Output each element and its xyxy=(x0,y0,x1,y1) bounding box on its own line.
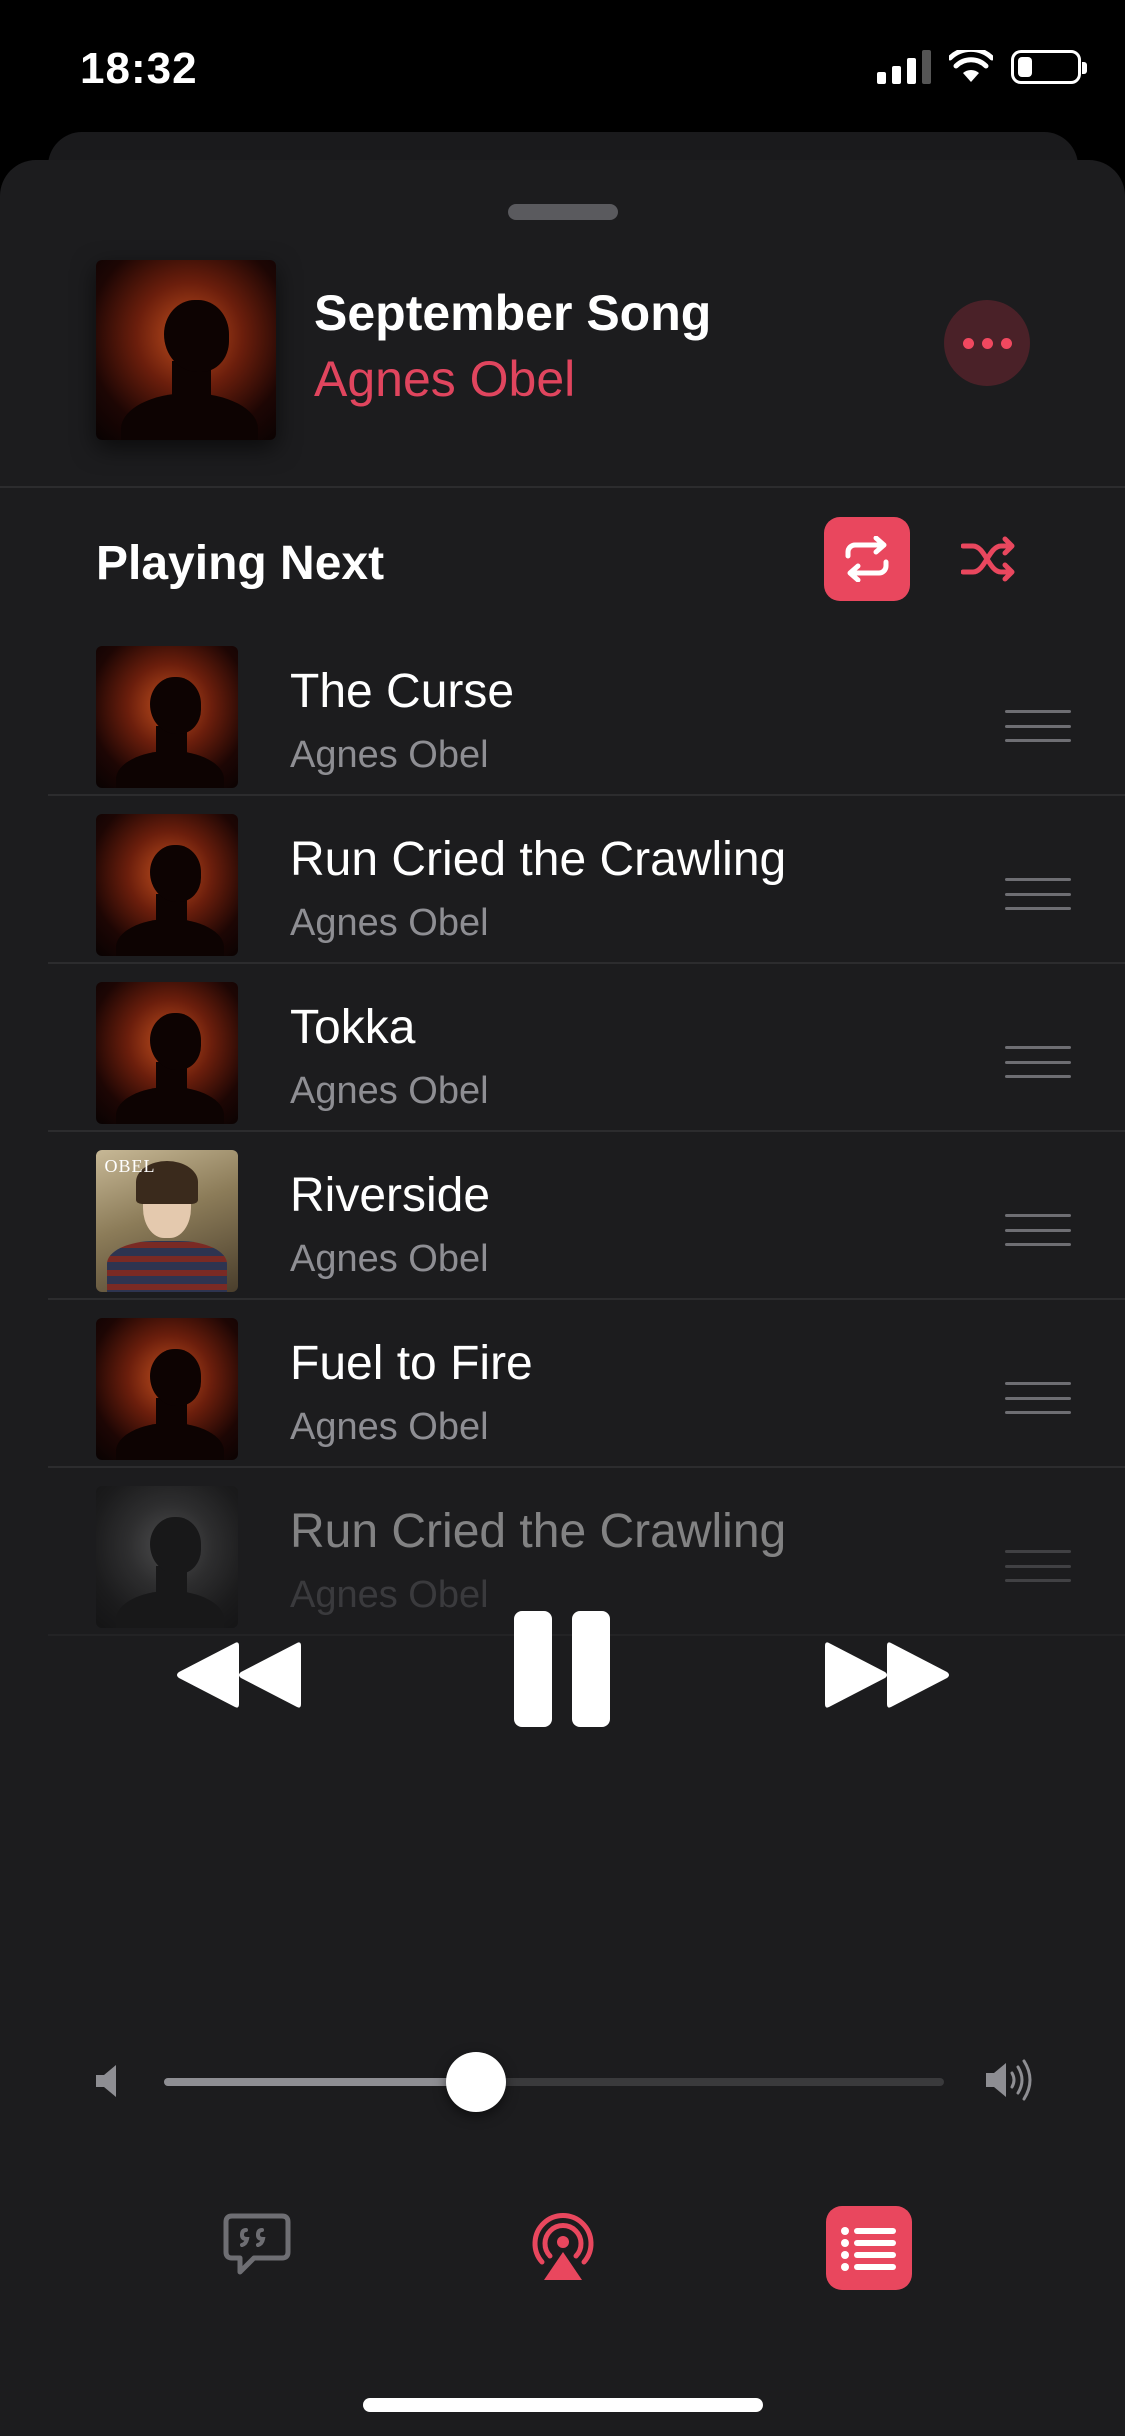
status-bar: 18:32 xyxy=(0,0,1125,140)
queue-item-artwork xyxy=(96,982,238,1124)
pause-icon xyxy=(514,1611,610,1727)
shuffle-icon xyxy=(961,536,1015,582)
queue-item-artist: Agnes Obel xyxy=(290,1238,489,1280)
volume-fill xyxy=(164,2078,476,2086)
queue-list-icon xyxy=(841,2227,896,2271)
queue-item-artwork xyxy=(96,646,238,788)
queue-item-title: Run Cried the Crawling xyxy=(290,833,787,886)
reorder-handle-icon[interactable] xyxy=(1005,878,1071,910)
lyrics-button[interactable] xyxy=(222,2210,292,2280)
reorder-handle-icon[interactable] xyxy=(1005,1214,1071,1246)
queue-item-artist: Agnes Obel xyxy=(290,1406,489,1448)
ellipsis-icon xyxy=(962,337,974,349)
queue-list: The Curse Agnes Obel Run Cried the Crawl… xyxy=(0,628,1125,1636)
queue-item-title: The Curse xyxy=(290,665,515,718)
queue-item[interactable]: The Curse Agnes Obel xyxy=(0,628,1125,796)
shuffle-button[interactable] xyxy=(946,517,1032,601)
reorder-handle-icon[interactable] xyxy=(1005,1550,1071,1582)
queue-item[interactable]: Run Cried the Crawling Agnes Obel xyxy=(0,796,1125,964)
status-icons xyxy=(877,50,1087,84)
airplay-button[interactable] xyxy=(526,2210,600,2284)
album-art-text: OBEL xyxy=(104,1155,156,1176)
queue-item-artwork xyxy=(96,814,238,956)
queue-item-artwork xyxy=(96,1318,238,1460)
queue-item-title: Fuel to Fire xyxy=(290,1337,533,1390)
volume-knob[interactable] xyxy=(446,2052,506,2112)
queue-item-title: Riverside xyxy=(290,1169,491,1222)
fast-forward-icon xyxy=(825,1642,949,1708)
speaker-low-icon xyxy=(96,2065,116,2097)
battery-icon xyxy=(1011,50,1087,84)
now-playing-artist[interactable]: Agnes Obel xyxy=(314,350,575,408)
fast-forward-button[interactable] xyxy=(818,1630,958,1720)
queue-item[interactable]: Fuel to Fire Agnes Obel xyxy=(0,1300,1125,1468)
pause-button[interactable] xyxy=(510,1606,614,1732)
now-playing-sheet: September Song Agnes Obel Playing Next T… xyxy=(0,160,1125,2436)
queue-item[interactable]: Tokka Agnes Obel xyxy=(0,964,1125,1132)
queue-item-title: Tokka xyxy=(290,1001,416,1054)
more-button[interactable] xyxy=(944,300,1030,386)
now-playing-title: September Song xyxy=(314,285,712,341)
rewind-icon xyxy=(177,1642,301,1708)
header-divider xyxy=(0,486,1125,488)
queue-item[interactable]: OBEL Riverside Agnes Obel xyxy=(0,1132,1125,1300)
now-playing-artwork[interactable] xyxy=(96,260,276,440)
reorder-handle-icon[interactable] xyxy=(1005,1046,1071,1078)
transport-controls xyxy=(0,1590,1125,1750)
queue-item-artist: Agnes Obel xyxy=(290,902,489,944)
repeat-button[interactable] xyxy=(824,517,910,601)
status-time: 18:32 xyxy=(80,44,198,93)
sheet-grabber[interactable] xyxy=(508,204,618,220)
home-indicator[interactable] xyxy=(363,2398,763,2412)
airplay-icon xyxy=(532,2212,594,2280)
rewind-button[interactable] xyxy=(168,1630,308,1720)
repeat-icon xyxy=(845,536,889,582)
wifi-icon xyxy=(949,50,993,82)
reorder-handle-icon[interactable] xyxy=(1005,1382,1071,1414)
reorder-handle-icon[interactable] xyxy=(1005,710,1071,742)
queue-item-title: Run Cried the Crawling xyxy=(290,1505,787,1558)
playing-next-title: Playing Next xyxy=(96,537,385,590)
signal-icon xyxy=(877,50,931,84)
queue-list-button[interactable] xyxy=(826,2206,912,2290)
queue-item-artist: Agnes Obel xyxy=(290,1070,489,1112)
volume-slider[interactable] xyxy=(164,2052,944,2112)
lyrics-icon xyxy=(223,2213,291,2275)
queue-item-artist: Agnes Obel xyxy=(290,734,489,776)
queue-item-artwork: OBEL xyxy=(96,1150,238,1292)
speaker-high-icon xyxy=(986,2059,1032,2101)
